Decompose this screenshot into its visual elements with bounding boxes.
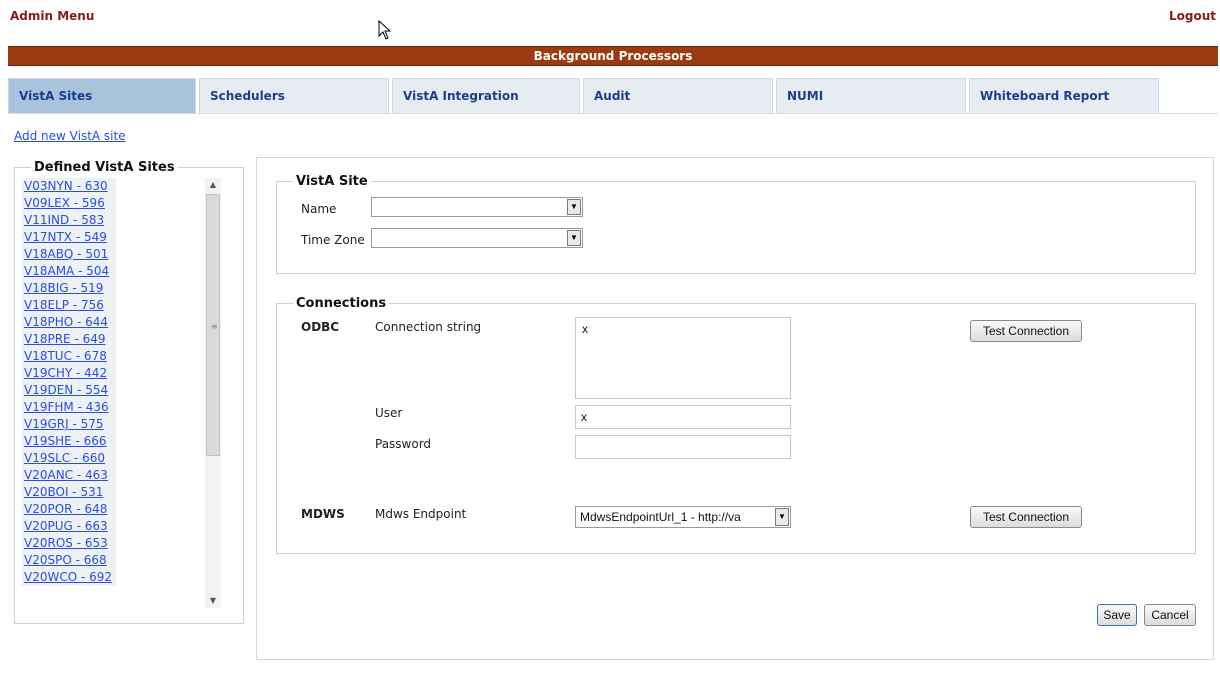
mouse-cursor-icon	[378, 20, 392, 40]
user-label: User	[375, 406, 403, 420]
site-list-item[interactable]: V20POR - 648	[22, 501, 116, 518]
logout-link[interactable]: Logout	[1169, 9, 1216, 23]
connection-string-label: Connection string	[375, 320, 482, 334]
chevron-down-icon[interactable]: ▼	[567, 230, 581, 246]
site-list-item[interactable]: V18BIG - 519	[22, 280, 116, 297]
vista-site-legend: VistA Site	[296, 174, 368, 189]
tab-whiteboard-report[interactable]: Whiteboard Report	[969, 78, 1159, 113]
site-list-item[interactable]: V18ABQ - 501	[22, 246, 116, 263]
tab-audit[interactable]: Audit	[583, 78, 773, 113]
connection-string-field[interactable]: x	[575, 317, 791, 399]
site-list-item[interactable]: V18TUC - 678	[22, 348, 116, 365]
grip-icon: ≡	[211, 322, 218, 331]
tab-schedulers[interactable]: Schedulers	[199, 78, 389, 113]
site-list-item[interactable]: V20ROS - 653	[22, 535, 116, 552]
site-list-item[interactable]: V20PUG - 663	[22, 518, 116, 535]
site-list-item[interactable]: V20SPO - 668	[22, 552, 116, 569]
site-list-item[interactable]: V19SLC - 660	[22, 450, 116, 467]
name-label: Name	[301, 202, 337, 216]
site-list-item[interactable]: V20BOI - 531	[22, 484, 116, 501]
site-list-item[interactable]: V03NYN - 630	[22, 178, 116, 195]
vista-site-section: VistA Site	[276, 174, 1196, 274]
site-list-item[interactable]: V19DEN - 554	[22, 382, 116, 399]
mdws-test-connection-button[interactable]: Test Connection	[970, 506, 1082, 528]
scroll-down-icon[interactable]: ▼	[205, 594, 221, 608]
chevron-down-icon[interactable]: ▼	[775, 508, 789, 526]
connections-legend: Connections	[296, 296, 387, 311]
tab-vista-sites[interactable]: VistA Sites	[8, 78, 196, 113]
time-zone-label: Time Zone	[301, 233, 365, 247]
odbc-test-connection-button[interactable]: Test Connection	[970, 320, 1082, 342]
defined-sites-legend: Defined VistA Sites	[34, 160, 175, 175]
tab-vista-integration[interactable]: VistA Integration	[392, 78, 580, 113]
user-field[interactable]	[575, 405, 791, 429]
scroll-up-icon[interactable]: ▲	[205, 178, 221, 192]
mdws-endpoint-label: Mdws Endpoint	[375, 507, 467, 521]
tabs-divider	[8, 113, 1218, 114]
site-list-item[interactable]: V11IND - 583	[22, 212, 116, 229]
sites-list[interactable]: V03NYN - 630 V09LEX - 596 V11IND - 583 V17N…	[20, 178, 226, 608]
site-list-item[interactable]: V18AMA - 504	[22, 263, 116, 280]
odbc-label: ODBC	[301, 320, 340, 334]
save-button[interactable]: Save	[1097, 604, 1137, 626]
password-label: Password	[375, 437, 432, 451]
scrollbar-thumb[interactable]: ≡	[206, 194, 220, 456]
time-zone-select[interactable]: ▼	[371, 228, 583, 248]
cancel-button[interactable]: Cancel	[1144, 604, 1196, 626]
tab-numi[interactable]: NUMI	[776, 78, 966, 113]
name-select[interactable]: ▼	[371, 197, 583, 217]
password-field[interactable]	[575, 435, 791, 459]
site-list-item[interactable]: V09LEX - 596	[22, 195, 116, 212]
site-list-item[interactable]: V18ELP - 756	[22, 297, 116, 314]
admin-menu-link[interactable]: Admin Menu	[10, 9, 94, 23]
mdws-endpoint-value: MdwsEndpointUrl_1 - http://va	[580, 510, 741, 524]
mdws-endpoint-select[interactable]: MdwsEndpointUrl_1 - http://va ▼	[575, 506, 791, 528]
site-list-item[interactable]: V18PHO - 644	[22, 314, 116, 331]
site-list-item[interactable]: V19GRJ - 575	[22, 416, 116, 433]
site-list-item[interactable]: V17NTX - 549	[22, 229, 116, 246]
site-list-item[interactable]: V19CHY - 442	[22, 365, 116, 382]
site-list-item[interactable]: V19FHM - 436	[22, 399, 116, 416]
add-vista-site-link[interactable]: Add new VistA site	[14, 129, 126, 143]
site-list-item[interactable]: V19SHE - 666	[22, 433, 116, 450]
site-list-item[interactable]: V20ANC - 463	[22, 467, 116, 484]
page-title-bar: Background Processors	[8, 46, 1218, 66]
site-list-item[interactable]: V18PRE - 649	[22, 331, 116, 348]
mdws-label: MDWS	[301, 507, 345, 521]
site-list-item[interactable]: V20WCO - 692	[22, 569, 116, 586]
chevron-down-icon[interactable]: ▼	[567, 199, 581, 215]
sites-scrollbar[interactable]: ▲ ≡ ▼	[205, 178, 221, 608]
